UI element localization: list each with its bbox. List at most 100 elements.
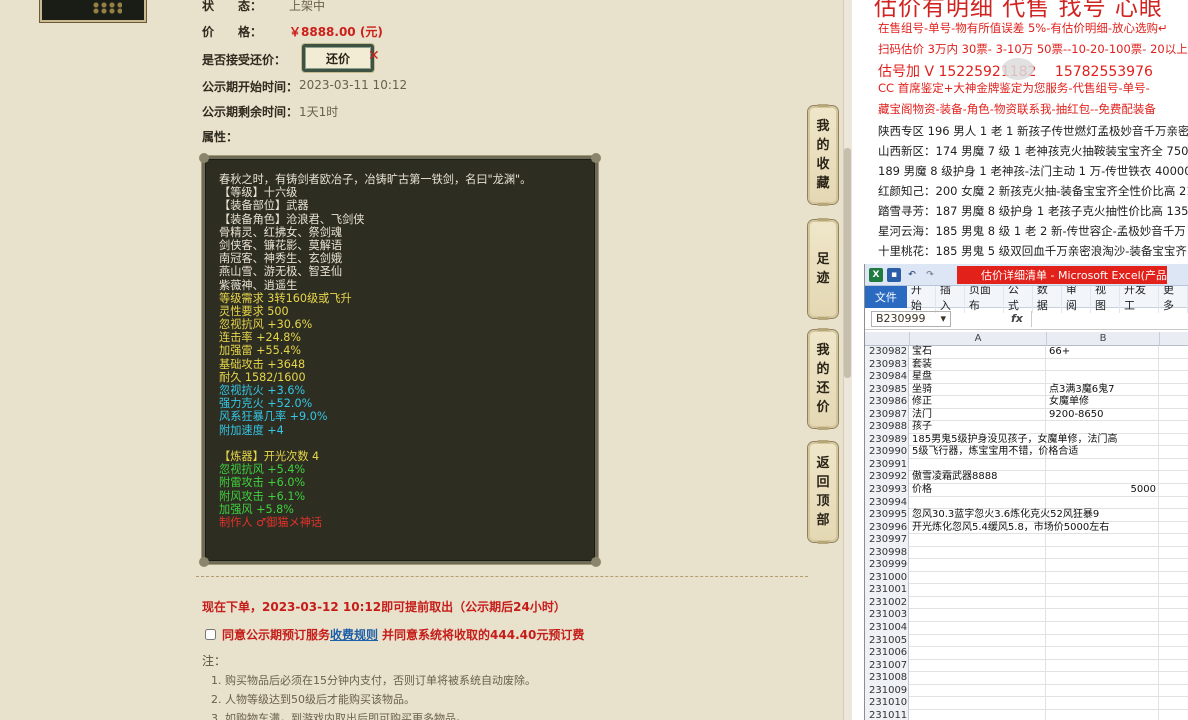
chevron-down-icon[interactable]: ▾	[940, 312, 946, 325]
cell-b[interactable]	[1047, 421, 1159, 434]
cell-b[interactable]	[1047, 521, 1159, 535]
row-number[interactable]: 231002	[865, 596, 909, 610]
cell-b[interactable]	[1047, 433, 1159, 447]
row-number[interactable]: 231011	[865, 709, 909, 720]
cell-a[interactable]: 185男鬼5级护身没见孩子，女魔单修，法门高	[910, 433, 1117, 447]
row-number[interactable]: 230998	[865, 546, 909, 560]
cell-b[interactable]: 5000	[1047, 484, 1159, 497]
cell-a[interactable]	[910, 672, 1046, 685]
cell-a[interactable]	[910, 559, 1046, 572]
cell-a[interactable]	[910, 496, 1046, 510]
row-number[interactable]: 230999	[865, 559, 909, 572]
row-number[interactable]: 230988	[865, 421, 909, 434]
cell-a[interactable]: 忽风30.3蓝字忽火3.6炼化克火52风狂暴9	[910, 509, 1099, 522]
save-icon[interactable]: ▪	[887, 267, 901, 282]
cell-a[interactable]	[910, 596, 1046, 610]
cell-a[interactable]: 价格	[910, 484, 1046, 497]
cell-b[interactable]	[1047, 371, 1159, 384]
cell-b[interactable]	[1047, 697, 1159, 710]
row-number[interactable]: 231010	[865, 697, 909, 710]
cell-b[interactable]: 女魔单修	[1047, 396, 1159, 409]
cell-a[interactable]	[910, 647, 1046, 660]
cell-a[interactable]: 套装	[910, 358, 1046, 372]
cell-b[interactable]	[1047, 458, 1159, 472]
fee-rules-link[interactable]: 收费规则	[330, 626, 378, 643]
column-header-b[interactable]: B	[1047, 332, 1160, 346]
cell-a[interactable]: 5级飞行器，炼宝宝用不错，价格合适	[910, 446, 1078, 459]
cell-a[interactable]	[910, 609, 1046, 623]
cell-b[interactable]	[1047, 596, 1159, 610]
cell-a[interactable]: 孩子	[910, 421, 1046, 434]
cell-a[interactable]	[910, 659, 1046, 673]
side-nav-favorites[interactable]: 我 的 收 藏	[808, 104, 838, 206]
cell-b[interactable]	[1047, 571, 1159, 585]
row-number[interactable]: 231009	[865, 684, 909, 698]
cell-a[interactable]	[910, 571, 1046, 585]
redo-icon[interactable]: ↷	[923, 268, 937, 282]
cell-b[interactable]: 66+	[1047, 346, 1159, 359]
row-number[interactable]: 230997	[865, 534, 909, 547]
cell-a[interactable]: 开光炼化忽风5.4缓风5.8，市场价5000左右	[910, 521, 1109, 535]
close-icon[interactable]: ✕	[368, 48, 380, 64]
cell-b[interactable]	[1047, 471, 1159, 485]
row-number[interactable]: 230982	[865, 346, 909, 359]
row-number[interactable]: 231008	[865, 672, 909, 685]
side-nav-footprints[interactable]: 足 迹	[808, 218, 838, 320]
cell-b[interactable]	[1047, 446, 1159, 459]
cell-b[interactable]	[1047, 647, 1159, 660]
cell-b[interactable]	[1047, 672, 1159, 685]
tab-file[interactable]: 文件	[865, 285, 907, 308]
column-header-a[interactable]: A	[910, 332, 1047, 346]
cell-a[interactable]	[910, 546, 1046, 560]
row-number[interactable]: 230983	[865, 358, 909, 372]
row-number[interactable]: 231004	[865, 622, 909, 635]
cell-b[interactable]	[1047, 509, 1159, 522]
fx-icon[interactable]: fx	[1011, 312, 1023, 325]
row-number[interactable]: 230987	[865, 408, 909, 422]
row-number[interactable]: 231005	[865, 634, 909, 648]
cell-a[interactable]: 星盘	[910, 371, 1046, 384]
row-number[interactable]: 230995	[865, 509, 909, 522]
cell-b[interactable]	[1047, 496, 1159, 510]
cell-b[interactable]	[1047, 584, 1159, 597]
row-number[interactable]: 231001	[865, 584, 909, 597]
row-number[interactable]: 230985	[865, 383, 909, 397]
side-nav-my-offers[interactable]: 我 的 还 价	[808, 328, 838, 430]
undo-icon[interactable]: ↶	[905, 268, 919, 282]
cell-b[interactable]	[1047, 546, 1159, 560]
formula-input[interactable]	[1030, 310, 1188, 327]
row-number[interactable]: 231006	[865, 647, 909, 660]
row-number[interactable]: 230986	[865, 396, 909, 409]
cell-a[interactable]	[910, 622, 1046, 635]
row-number[interactable]: 230996	[865, 521, 909, 535]
counter-offer-button[interactable]: 还价	[302, 44, 374, 72]
cell-a[interactable]	[910, 709, 1046, 720]
row-number[interactable]: 231003	[865, 609, 909, 623]
row-number[interactable]: 231000	[865, 571, 909, 585]
row-number[interactable]: 230984	[865, 371, 909, 384]
cell-b[interactable]	[1047, 622, 1159, 635]
side-nav-back-to-top[interactable]: 返 回 顶 部	[808, 440, 838, 544]
row-number[interactable]: 231007	[865, 659, 909, 673]
cell-b[interactable]	[1047, 709, 1159, 720]
agree-checkbox[interactable]	[205, 629, 216, 640]
row-number[interactable]: 230990	[865, 446, 909, 459]
cell-b[interactable]	[1047, 659, 1159, 673]
cell-a[interactable]	[910, 534, 1046, 547]
cell-b[interactable]	[1047, 559, 1159, 572]
name-box[interactable]: B230999 ▾	[871, 310, 951, 327]
cell-a[interactable]	[910, 634, 1046, 648]
cell-b[interactable]: 9200-8650	[1047, 408, 1159, 422]
select-all-corner[interactable]	[865, 332, 910, 346]
cell-a[interactable]: 坐骑	[910, 383, 1046, 397]
cell-b[interactable]	[1047, 534, 1159, 547]
cell-a[interactable]	[910, 584, 1046, 597]
scrollbar-thumb[interactable]	[844, 148, 851, 378]
row-number[interactable]: 230993	[865, 484, 909, 497]
cell-a[interactable]	[910, 684, 1046, 698]
cell-a[interactable]: 修正	[910, 396, 1046, 409]
cell-b[interactable]	[1047, 684, 1159, 698]
cell-a[interactable]	[910, 458, 1046, 472]
cell-a[interactable]: 宝石	[910, 346, 1046, 359]
item-thumbnail[interactable]	[40, 0, 146, 22]
